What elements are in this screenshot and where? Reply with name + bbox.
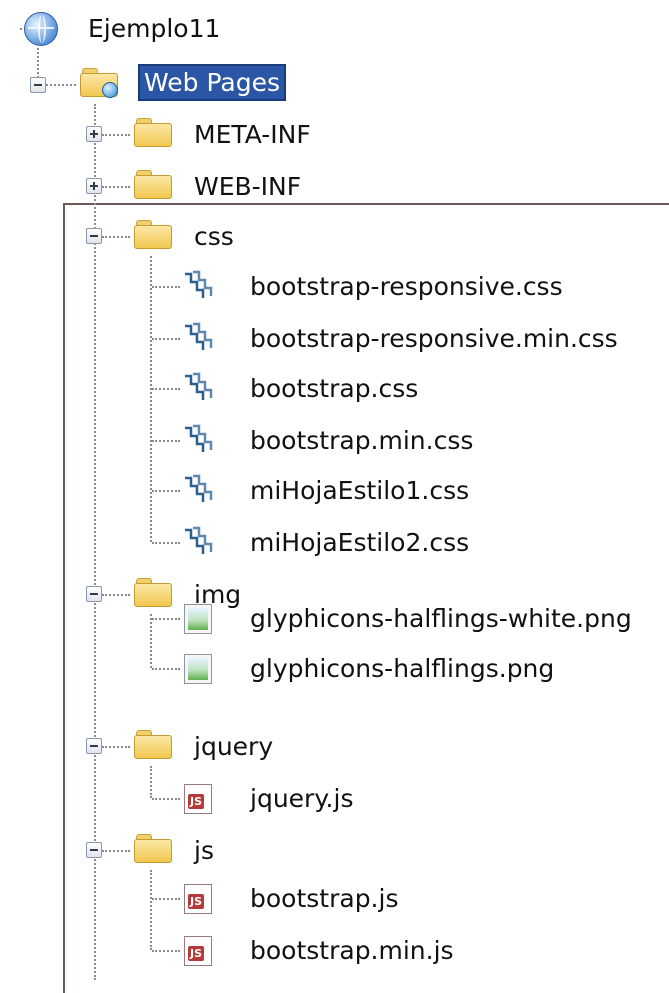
tree-line [152,542,180,544]
css-file-icon [185,526,213,554]
file-label: glyphicons-halflings-white.png [250,603,632,633]
tree-line [150,766,152,798]
tree-line [102,186,130,188]
js-badge: JS [188,946,205,961]
node-label: META-INF [194,119,311,149]
tree-node-css[interactable]: css [194,214,234,258]
js-badge: JS [188,794,205,809]
tree-line [102,850,130,852]
tree-node-file[interactable]: glyphicons-halflings.png [250,646,554,690]
tree-line [46,84,76,86]
tree-line [150,614,152,668]
tree-line [152,668,180,670]
tree-node-web-pages[interactable]: Web Pages [138,60,286,104]
tree-node-file[interactable]: bootstrap.js [250,876,398,920]
css-file-icon [185,424,213,452]
tree-line [152,898,180,900]
tree-line [102,594,130,596]
tree-node-file[interactable]: miHojaEstilo2.css [250,520,469,564]
tree-node-web-inf[interactable]: WEB-INF [194,164,301,208]
file-label: jquery.js [250,783,354,813]
css-file-icon [185,270,213,298]
tree-node-ejemplo11[interactable]: Ejemplo11 [88,6,220,50]
folder-icon [134,220,172,249]
css-file-icon [185,372,213,400]
node-label: Web Pages [138,63,286,101]
js-badge: JS [188,894,205,909]
tree-line [150,870,152,950]
image-file-icon [184,654,212,684]
node-label: css [194,221,234,251]
tree-node-file[interactable]: bootstrap-responsive.css [250,264,563,308]
tree-line [102,746,130,748]
folder-icon [134,170,172,199]
file-label: bootstrap.min.css [250,425,474,455]
web-pages-folder-icon [80,68,118,98]
tree-line [102,134,130,136]
file-label: miHojaEstilo2.css [250,527,470,557]
tree-node-js[interactable]: js [194,828,214,872]
tree-node-file[interactable]: bootstrap.min.css [250,418,473,462]
file-label: bootstrap.min.js [250,935,454,965]
collapse-toggle[interactable] [86,228,102,244]
folder-icon [134,730,172,759]
collapse-toggle[interactable] [86,586,102,602]
collapse-toggle[interactable] [86,842,102,858]
tree-line [152,286,180,288]
node-label: Ejemplo11 [88,13,221,43]
globe-icon [24,12,58,46]
file-label: glyphicons-halflings.png [250,653,555,683]
image-file-icon [184,604,212,634]
tree-line [152,618,180,620]
tree-node-file[interactable]: bootstrap-responsive.min.css [250,316,618,360]
collapse-toggle[interactable] [30,77,46,93]
tree-line [152,950,180,952]
js-file-icon: JS [184,784,212,814]
folder-icon [134,118,172,147]
tree-line [152,440,180,442]
css-file-icon [185,474,213,502]
tree-line [152,388,180,390]
collapse-toggle[interactable] [86,738,102,754]
node-label: jquery [194,731,274,761]
file-label: miHojaEstilo1.css [250,475,470,505]
folder-icon [134,834,172,863]
tree-line [150,256,152,542]
node-label: img [194,579,242,609]
file-label: bootstrap-responsive.css [250,271,563,301]
tree-node-jquery[interactable]: jquery [194,724,273,768]
folder-icon [134,578,172,607]
node-label: WEB-INF [194,171,302,201]
tree-node-file[interactable]: bootstrap.min.js [250,928,454,972]
tree-line [102,236,130,238]
tree-node-file[interactable]: bootstrap.css [250,366,418,410]
tree-node-file[interactable]: jquery.js [250,776,353,820]
css-file-icon [185,322,213,350]
tree-node-meta-inf[interactable]: META-INF [194,112,311,156]
project-tree: Ejemplo11 Web Pages META-INF WEB-INF css… [0,0,669,993]
tree-node-file[interactable]: glyphicons-halflings-white.png [250,596,632,640]
node-label: js [194,835,214,865]
expand-toggle[interactable] [86,178,102,194]
tree-node-file[interactable]: miHojaEstilo1.css [250,468,469,512]
file-label: bootstrap.css [250,373,419,403]
expand-toggle[interactable] [86,126,102,142]
tree-line [152,338,180,340]
js-file-icon: JS [184,936,212,966]
tree-line [152,490,180,492]
js-file-icon: JS [184,884,212,914]
tree-line [152,798,180,800]
file-label: bootstrap-responsive.min.css [250,323,618,353]
file-label: bootstrap.js [250,883,399,913]
